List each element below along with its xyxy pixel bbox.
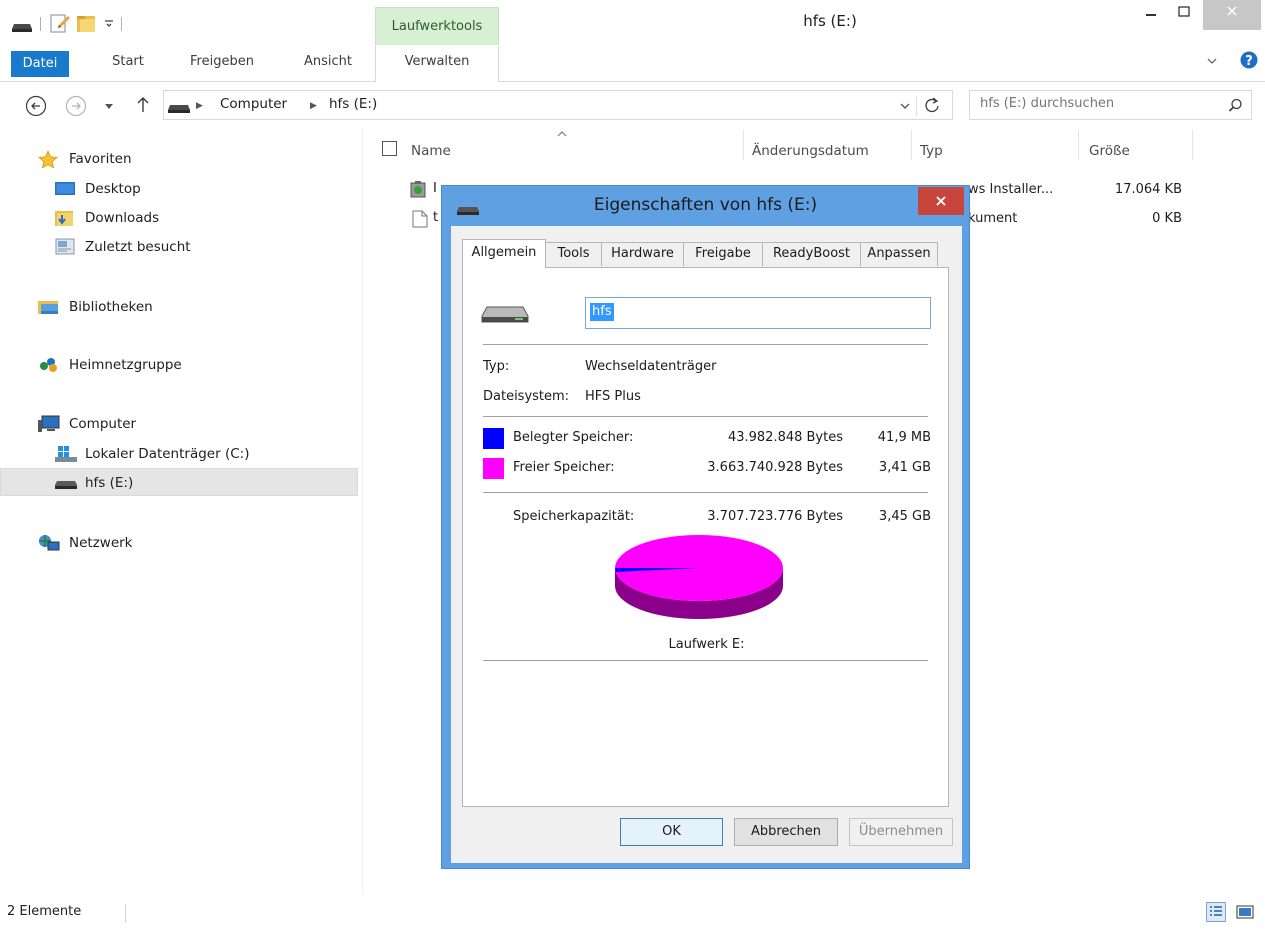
free-space-swatch xyxy=(483,458,504,479)
dialog-close-button[interactable] xyxy=(918,187,964,215)
up-icon[interactable] xyxy=(136,96,150,114)
tab-freigabe[interactable]: Freigabe xyxy=(683,242,763,266)
column-header-name[interactable]: Name xyxy=(411,138,451,164)
help-icon[interactable]: ? xyxy=(1240,51,1258,69)
sort-arrow-icon xyxy=(557,131,567,137)
drive-icon xyxy=(168,103,190,113)
refresh-icon[interactable] xyxy=(924,97,940,113)
type-label: Typ: xyxy=(483,359,510,374)
file-type: ws Installer... xyxy=(968,182,1054,197)
status-bar: 2 Elemente xyxy=(0,897,1265,930)
file-type: kument xyxy=(968,211,1018,226)
filesystem-value: HFS Plus xyxy=(585,389,641,404)
tab-tools[interactable]: Tools xyxy=(545,242,602,266)
details-view-icon[interactable] xyxy=(1206,902,1226,922)
dialog-title: Eigenschaften von hfs (E:) xyxy=(593,195,818,215)
new-folder-icon[interactable] xyxy=(77,13,97,33)
drive-icon xyxy=(55,480,77,489)
drive-large-icon xyxy=(481,304,529,326)
free-space-bytes: 3.663.740.928 Bytes xyxy=(707,460,843,475)
search-box[interactable] xyxy=(969,90,1252,120)
column-header-size[interactable]: Größe xyxy=(1089,138,1130,164)
tab-panel-allgemein: hfs Typ: Wechseldatenträger Dateisystem:… xyxy=(462,267,949,807)
used-space-bytes: 43.982.848 Bytes xyxy=(727,430,843,445)
tab-readyboost[interactable]: ReadyBoost xyxy=(762,242,861,266)
maximize-button[interactable] xyxy=(1170,0,1198,30)
free-space-size: 3,41 GB xyxy=(878,460,931,475)
properties-dialog: Eigenschaften von hfs (E:) Allgemein Too… xyxy=(441,185,970,869)
tab-ansicht[interactable]: Ansicht xyxy=(291,48,365,76)
homegroup-icon xyxy=(38,356,60,374)
breadcrumb-computer[interactable]: Computer xyxy=(220,96,287,112)
item-count: 2 Elemente xyxy=(7,904,82,919)
document-icon xyxy=(412,210,428,228)
back-icon[interactable] xyxy=(25,95,47,117)
close-button[interactable] xyxy=(1203,0,1261,30)
breadcrumb-arrow-icon[interactable]: ▶ xyxy=(310,101,317,111)
minimize-button[interactable] xyxy=(1137,0,1165,30)
properties-icon[interactable] xyxy=(50,13,70,33)
computer-icon xyxy=(38,415,60,433)
tab-datei[interactable]: Datei xyxy=(11,51,69,77)
drive-letter-label: Laufwerk E: xyxy=(668,637,745,652)
search-icon[interactable] xyxy=(1228,98,1243,113)
file-size: 0 KB xyxy=(1152,211,1182,226)
network-icon xyxy=(38,534,60,552)
breadcrumb-hfs[interactable]: hfs (E:) xyxy=(329,96,377,112)
installer-icon xyxy=(410,181,428,199)
libraries-icon xyxy=(38,299,60,315)
downloads-folder-icon xyxy=(55,209,75,227)
tab-freigeben[interactable]: Freigeben xyxy=(180,48,264,76)
column-header-type[interactable]: Typ xyxy=(920,138,943,164)
tab-hardware[interactable]: Hardware xyxy=(601,242,684,266)
used-space-size: 41,9 MB xyxy=(877,430,931,445)
svg-text:?: ? xyxy=(1245,54,1253,69)
drive-name-input[interactable]: hfs xyxy=(585,297,931,329)
forward-icon[interactable] xyxy=(65,95,87,117)
star-icon xyxy=(38,150,58,168)
column-header-date[interactable]: Änderungsdatum xyxy=(752,138,869,164)
used-space-swatch xyxy=(483,428,504,449)
tab-anpassen[interactable]: Anpassen xyxy=(860,242,938,266)
capacity-bytes: 3.707.723.776 Bytes xyxy=(707,509,843,524)
recent-dropdown-icon[interactable] xyxy=(104,103,114,111)
tab-start[interactable]: Start xyxy=(102,48,154,76)
filesystem-label: Dateisystem: xyxy=(483,389,570,404)
usage-pie-chart xyxy=(615,535,783,619)
tab-allgemein[interactable]: Allgemein xyxy=(462,239,546,268)
apply-button[interactable]: Übernehmen xyxy=(849,818,953,846)
chevron-down-icon[interactable] xyxy=(104,18,114,28)
breadcrumb-arrow-icon[interactable]: ▶ xyxy=(196,101,203,111)
ok-button[interactable]: OK xyxy=(620,818,723,846)
select-all-checkbox[interactable] xyxy=(382,141,397,156)
search-input[interactable] xyxy=(980,96,1220,111)
address-bar[interactable]: ▶ Computer ▶ hfs (E:) xyxy=(163,90,953,120)
drive-icon xyxy=(12,22,32,32)
desktop-icon xyxy=(55,181,75,197)
large-icons-view-icon[interactable] xyxy=(1236,904,1254,920)
file-name: t xyxy=(433,210,439,225)
windows-drive-icon xyxy=(55,445,77,463)
type-value: Wechseldatenträger xyxy=(585,359,717,374)
recent-places-icon xyxy=(55,238,75,256)
window-title: hfs (E:) xyxy=(803,12,857,30)
capacity-size: 3,45 GB xyxy=(878,509,931,524)
context-group-label: Laufwerktools xyxy=(375,7,499,45)
title-bar: hfs (E:) xyxy=(0,0,1265,46)
cancel-button[interactable]: Abbrechen xyxy=(734,818,838,846)
expand-ribbon-icon[interactable] xyxy=(1206,56,1218,66)
used-space-label: Belegter Speicher: xyxy=(513,430,634,445)
tab-verwalten[interactable]: Verwalten xyxy=(375,48,499,76)
free-space-label: Freier Speicher: xyxy=(513,460,615,475)
capacity-label: Speicherkapazität: xyxy=(513,509,635,524)
address-dropdown-icon[interactable] xyxy=(899,101,911,111)
file-name: I xyxy=(433,181,437,196)
file-size: 17.064 KB xyxy=(1114,182,1182,197)
